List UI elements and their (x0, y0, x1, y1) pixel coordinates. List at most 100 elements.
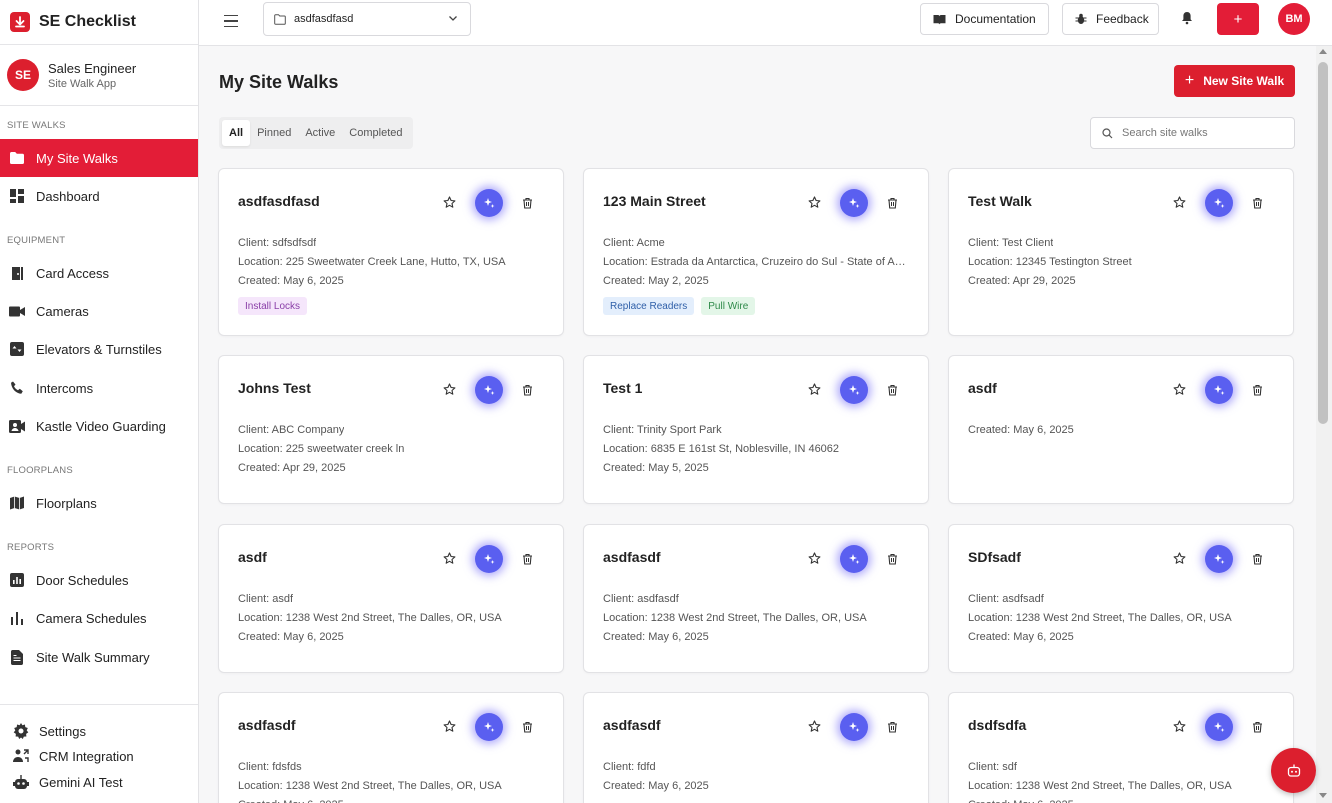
ai-sparkle-icon[interactable] (475, 376, 503, 404)
ai-sparkle-icon[interactable] (840, 713, 868, 741)
ai-sparkle-icon[interactable] (1205, 545, 1233, 573)
delete-icon[interactable] (522, 196, 533, 214)
bar-chart-icon (9, 572, 25, 588)
new-site-walk-button[interactable]: + New Site Walk (1174, 65, 1295, 97)
ai-sparkle-icon[interactable] (840, 376, 868, 404)
delete-icon[interactable] (1252, 720, 1263, 738)
brand[interactable]: SE Checklist (0, 0, 198, 45)
ai-sparkle-icon[interactable] (475, 545, 503, 573)
delete-icon[interactable] (887, 720, 898, 738)
site-walk-card[interactable]: Johns Test Client: ABC Company Location: 2… (218, 355, 564, 504)
sidebar-item-cameras[interactable]: Cameras (0, 292, 198, 330)
delete-icon[interactable] (887, 383, 898, 401)
sidebar-item-dashboard[interactable]: Dashboard (0, 177, 198, 215)
ai-sparkle-icon[interactable] (475, 189, 503, 217)
sidebar-item-door-schedules[interactable]: Door Schedules (0, 561, 198, 599)
sidebar-item-kastle-video-guarding[interactable]: Kastle Video Guarding (0, 407, 198, 445)
ai-sparkle-icon[interactable] (1205, 189, 1233, 217)
tag-badge[interactable]: Install Locks (238, 297, 308, 315)
user-profile[interactable]: SE Sales Engineer Site Walk App (0, 45, 198, 106)
tab-completed[interactable]: Completed (342, 120, 409, 146)
scroll-down-arrow-icon[interactable] (1319, 793, 1327, 798)
search-input[interactable] (1122, 127, 1282, 139)
site-walk-card[interactable]: asdf Client: asdf Location: 1238 West 2nd … (218, 524, 564, 673)
star-icon[interactable] (808, 552, 821, 570)
tag-badge[interactable]: Pull Wire (701, 297, 756, 315)
star-icon[interactable] (808, 196, 821, 214)
star-icon[interactable] (443, 552, 456, 570)
folder-icon (9, 150, 25, 166)
star-icon[interactable] (1173, 196, 1186, 214)
site-walk-card[interactable]: asdfasdfasd Client: sdfsdfsdf Location: 22… (218, 168, 564, 336)
card-created: Created: May 6, 2025 (238, 799, 344, 803)
account-avatar[interactable]: BM (1278, 3, 1310, 35)
tab-all[interactable]: All (222, 120, 251, 146)
card-client: Client: ABC Company (238, 424, 345, 436)
sidebar-item-my-site-walks[interactable]: My Site Walks (0, 139, 198, 177)
avatar: SE (7, 59, 39, 91)
star-icon[interactable] (443, 720, 456, 738)
site-walk-card[interactable]: 123 Main Street Client: Acme Location: Est… (583, 168, 929, 336)
site-walk-card[interactable]: asdfasdf Client: fdfd Created: May 6, 2025 (583, 692, 929, 803)
star-icon[interactable] (808, 720, 821, 738)
site-walk-card[interactable]: Test 1 Client: Trinity Sport Park Location… (583, 355, 929, 504)
scroll-up-arrow-icon[interactable] (1319, 49, 1327, 54)
add-button[interactable]: + (1217, 3, 1259, 35)
sidebar-item-site-walk-summary[interactable]: Site Walk Summary (0, 638, 198, 676)
menu-toggle-button[interactable] (224, 11, 244, 31)
delete-icon[interactable] (1252, 196, 1263, 214)
delete-icon[interactable] (522, 552, 533, 570)
card-location: Location: 225 Sweetwater Creek Lane, Hut… (238, 256, 506, 268)
site-walk-card[interactable]: SDfsadf Client: asdfsadf Location: 1238 We… (948, 524, 1294, 673)
site-walk-card[interactable]: dsdfsdfa Client: sdf Location: 1238 West 2… (948, 692, 1294, 803)
sidebar-item-label: CRM Integration (39, 748, 134, 764)
documentation-button[interactable]: Documentation (920, 3, 1049, 35)
sidebar-footer: Settings CRM Integration Gemini AI Test (0, 704, 198, 803)
delete-icon[interactable] (1252, 383, 1263, 401)
star-icon[interactable] (1173, 383, 1186, 401)
delete-icon[interactable] (887, 196, 898, 214)
tab-pinned[interactable]: Pinned (250, 120, 298, 146)
site-walk-card[interactable]: asdfasdf Client: fdsfds Location: 1238 Wes… (218, 692, 564, 803)
star-icon[interactable] (808, 383, 821, 401)
notifications-bell-icon[interactable] (1181, 11, 1193, 30)
delete-icon[interactable] (887, 552, 898, 570)
star-icon[interactable] (443, 196, 456, 214)
ai-sparkle-icon[interactable] (1205, 713, 1233, 741)
documentation-label: Documentation (955, 12, 1036, 26)
sidebar-item-intercoms[interactable]: Intercoms (0, 369, 198, 407)
star-icon[interactable] (443, 383, 456, 401)
sidebar-item-crm-integration[interactable]: CRM Integration (13, 748, 134, 764)
ai-sparkle-icon[interactable] (1205, 376, 1233, 404)
delete-icon[interactable] (1252, 552, 1263, 570)
site-walk-card[interactable]: asdfasdf Client: asdfasdf Location: 1238 W… (583, 524, 929, 673)
sidebar-item-camera-schedules[interactable]: Camera Schedules (0, 599, 198, 637)
project-select[interactable]: asdfasdfasd (263, 2, 471, 36)
ai-sparkle-icon[interactable] (840, 545, 868, 573)
search-icon (1102, 127, 1113, 139)
filter-tabs: All Pinned Active Completed (219, 117, 413, 149)
sidebar-item-label: Kastle Video Guarding (36, 418, 166, 434)
map-icon (9, 495, 25, 511)
bar-chart-small-icon (9, 610, 25, 626)
sidebar-item-gemini-ai-test[interactable]: Gemini AI Test (13, 774, 123, 790)
delete-icon[interactable] (522, 720, 533, 738)
delete-icon[interactable] (522, 383, 533, 401)
tag-badge[interactable]: Replace Readers (603, 297, 695, 315)
sidebar-item-elevators[interactable]: Elevators & Turnstiles (0, 330, 198, 368)
card-title: Test 1 (603, 380, 643, 396)
sidebar-item-floorplans[interactable]: Floorplans (0, 484, 198, 522)
ai-sparkle-icon[interactable] (475, 713, 503, 741)
scrollbar-thumb[interactable] (1318, 62, 1328, 424)
ai-assistant-fab[interactable] (1271, 748, 1316, 793)
star-icon[interactable] (1173, 720, 1186, 738)
sidebar-item-card-access[interactable]: Card Access (0, 254, 198, 292)
card-location: Location: 1238 West 2nd Street, The Dall… (968, 612, 1232, 624)
tab-active[interactable]: Active (298, 120, 342, 146)
star-icon[interactable] (1173, 552, 1186, 570)
site-walk-card[interactable]: asdf Created: May 6, 2025 (948, 355, 1294, 504)
sidebar-item-settings[interactable]: Settings (13, 723, 86, 739)
feedback-button[interactable]: Feedback (1062, 3, 1159, 35)
ai-sparkle-icon[interactable] (840, 189, 868, 217)
site-walk-card[interactable]: Test Walk Client: Test Client Location: 12… (948, 168, 1294, 336)
